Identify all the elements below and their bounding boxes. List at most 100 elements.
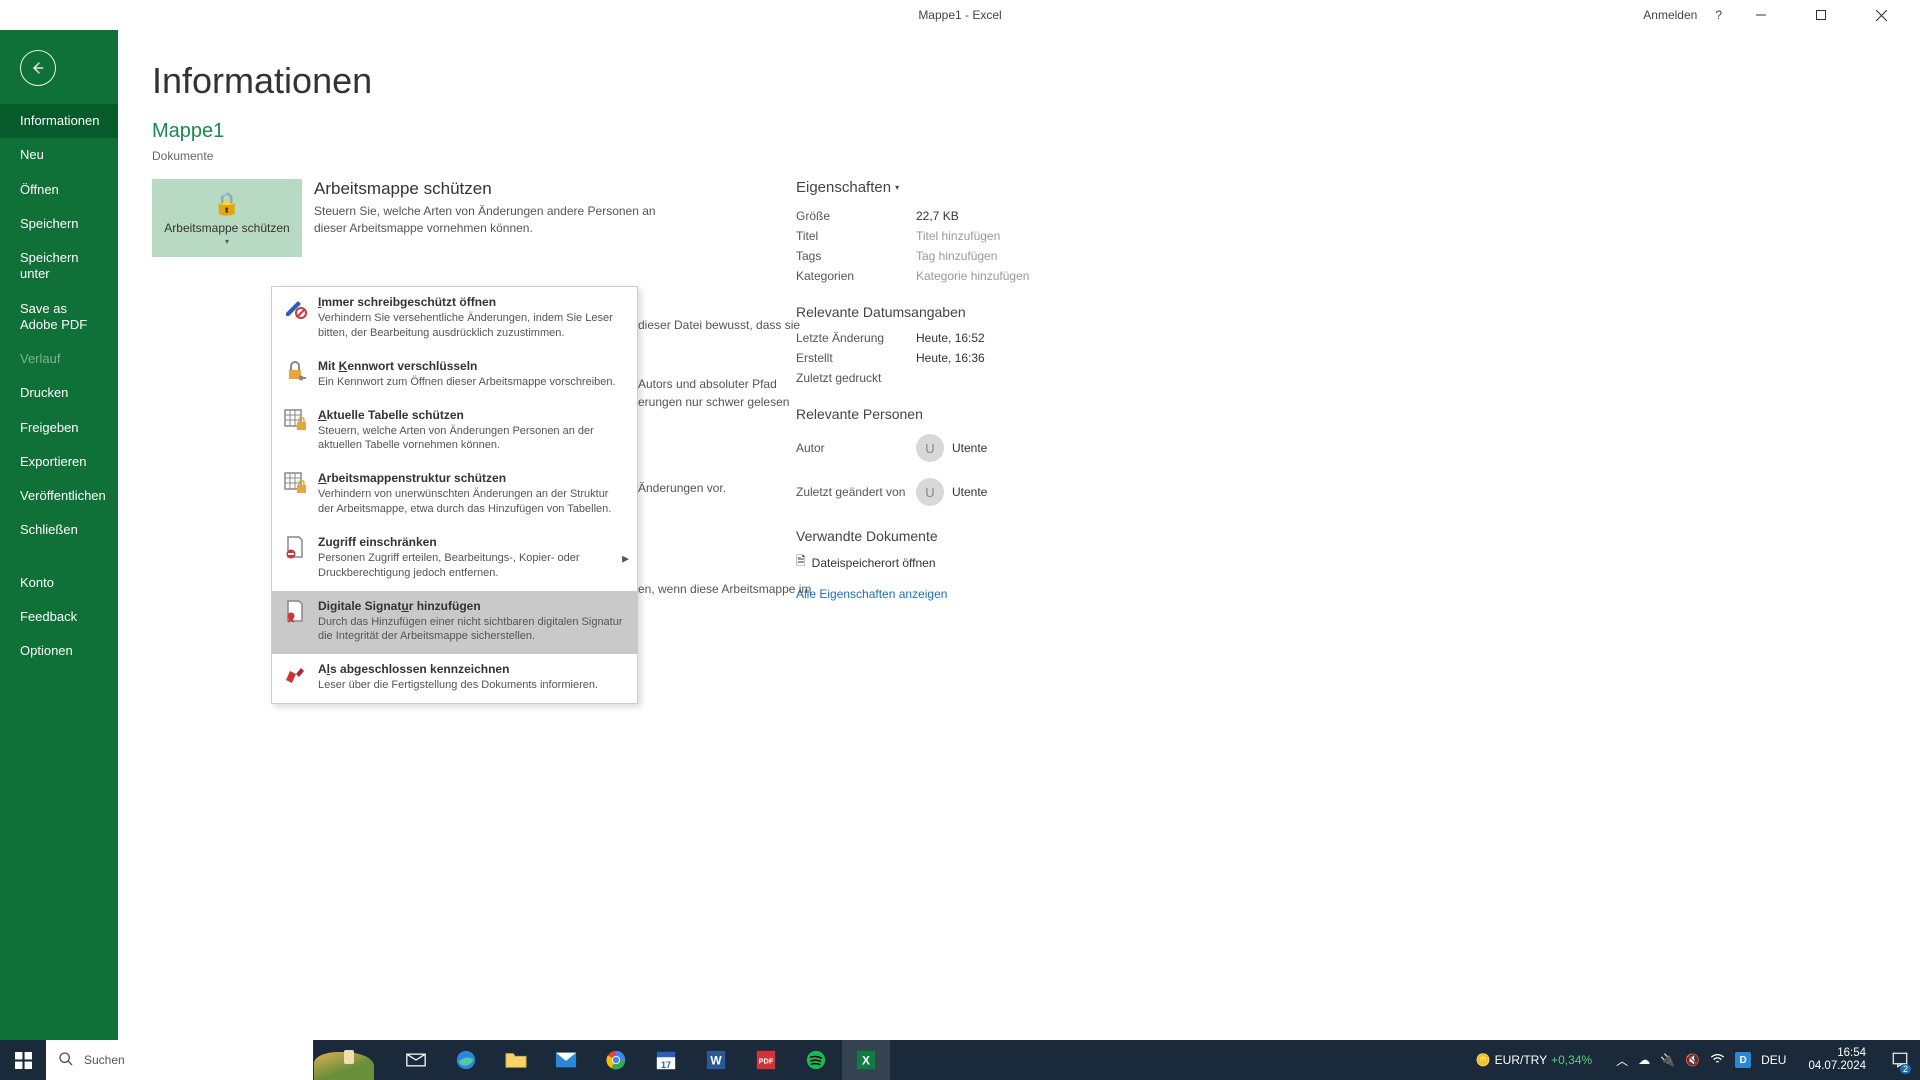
back-button[interactable]: [20, 50, 56, 86]
taskbar-scenic-icon[interactable]: [314, 1040, 392, 1080]
property-value[interactable]: Tag hinzufügen: [916, 249, 997, 263]
minimize-button[interactable]: [1740, 0, 1782, 30]
onedrive-icon[interactable]: ☁: [1638, 1053, 1650, 1067]
menu-item-sheet-lock[interactable]: Arbeitsmappenstruktur schützenVerhindern…: [272, 463, 637, 527]
menu-item-stamp[interactable]: Als abgeschlossen kennzeichnenLeser über…: [272, 654, 637, 703]
calendar-icon[interactable]: 17: [642, 1040, 690, 1080]
property-label: Letzte Änderung: [796, 331, 916, 345]
menu-item-doc-ribbon[interactable]: Digitale Signatur hinzufügenDurch das Hi…: [272, 591, 637, 655]
menu-item-doc-deny[interactable]: Zugriff einschränken Personen Zugriff ert…: [272, 527, 637, 591]
sign-in-button[interactable]: Anmelden: [1643, 8, 1697, 22]
power-icon[interactable]: 🔌: [1660, 1053, 1675, 1067]
sheet-lock-icon: [282, 471, 308, 497]
property-label: Titel: [796, 229, 916, 243]
properties-header[interactable]: Eigenschaften ▾: [796, 179, 1029, 196]
nav-item-informationen[interactable]: Informationen: [0, 104, 118, 138]
nav-item-freigeben[interactable]: Freigeben: [0, 411, 118, 445]
menu-item-title: Digitale Signatur hinzufügen: [318, 599, 627, 613]
action-center-button[interactable]: 2: [1886, 1040, 1914, 1080]
menu-item-desc: Steuern, welche Arten von Änderungen Per…: [318, 424, 627, 454]
nav-item-feedback[interactable]: Feedback: [0, 600, 118, 634]
show-all-properties-link[interactable]: Alle Eigenschaften anzeigen: [796, 587, 947, 601]
properties-pane: Eigenschaften ▾ Größe22,7 KBTitelTitel h…: [796, 179, 1029, 603]
nav-item-speichern-unter[interactable]: Speichern unter: [0, 241, 118, 292]
menu-item-pencil-block[interactable]: Immer schreibgeschützt öffnenVerhindern …: [272, 287, 637, 351]
chevron-up-icon[interactable]: ︿: [1616, 1052, 1628, 1069]
property-value[interactable]: Titel hinzufügen: [916, 229, 1000, 243]
nav-item-veröffentlichen[interactable]: Veröffentlichen: [0, 479, 118, 513]
chevron-down-icon: ▾: [225, 237, 229, 246]
backstage-sidebar: InformationenNeuÖffnenSpeichernSpeichern…: [0, 30, 118, 1040]
pdf-icon[interactable]: PDF: [742, 1040, 790, 1080]
menu-item-desc: Verhindern von unerwünschten Änderungen …: [318, 487, 627, 517]
nav-item-verlauf: Verlauf: [0, 342, 118, 376]
lock-icon: 🔒: [213, 191, 240, 217]
maximize-button[interactable]: [1800, 0, 1842, 30]
wifi-icon[interactable]: [1710, 1053, 1725, 1068]
taskbar: Suchen 17 W PDF X: [0, 1040, 1920, 1080]
property-value: Heute, 16:36: [916, 351, 985, 365]
protect-workbook-button[interactable]: 🔒 Arbeitsmappe schützen ▾: [152, 179, 302, 257]
doc-ribbon-icon: [282, 599, 308, 625]
property-label: Erstellt: [796, 351, 916, 365]
nav-item-exportieren[interactable]: Exportieren: [0, 445, 118, 479]
search-icon: [58, 1051, 74, 1070]
truncated-text: en, wenn diese Arbeitsmappe im: [638, 580, 811, 598]
clock[interactable]: 16:54 04.07.2024: [1808, 1047, 1866, 1073]
close-button[interactable]: [1860, 0, 1902, 30]
open-file-location[interactable]: 🗎 Dateispeicherort öffnen: [796, 552, 1029, 573]
nav-item-speichern[interactable]: Speichern: [0, 207, 118, 241]
excel-icon[interactable]: X: [842, 1040, 890, 1080]
truncated-text: dieser Datei bewusst, dass sie: [638, 316, 800, 334]
chevron-down-icon: ▾: [895, 183, 899, 192]
word-icon[interactable]: W: [692, 1040, 740, 1080]
nav-item-neu[interactable]: Neu: [0, 138, 118, 172]
nav-item-optionen[interactable]: Optionen: [0, 634, 118, 668]
menu-item-title: Aktuelle Tabelle schützen: [318, 408, 627, 422]
mail-icon[interactable]: [542, 1040, 590, 1080]
stamp-icon: [282, 662, 308, 688]
doc-deny-icon: [282, 535, 308, 561]
lock-key-icon: [282, 359, 308, 385]
start-button[interactable]: [0, 1040, 46, 1080]
document-name: Mappe1: [152, 120, 1886, 143]
file-explorer-icon[interactable]: [492, 1040, 540, 1080]
menu-item-title: Zugriff einschränken: [318, 535, 627, 549]
edge-icon[interactable]: [442, 1040, 490, 1080]
volume-muted-icon[interactable]: 🔇: [1685, 1053, 1700, 1067]
svg-text:PDF: PDF: [759, 1057, 774, 1066]
task-view-button[interactable]: [392, 1040, 440, 1080]
property-row: KategorienKategorie hinzufügen: [796, 266, 1029, 286]
nav-item-drucken[interactable]: Drucken: [0, 376, 118, 410]
author-name[interactable]: Utente: [952, 441, 987, 455]
modified-by-label: Zuletzt geändert von: [796, 485, 916, 499]
menu-item-desc: Leser über die Fertigstellung des Dokume…: [318, 678, 627, 693]
language-indicator[interactable]: DEU: [1761, 1053, 1786, 1067]
taskbar-search[interactable]: Suchen: [46, 1040, 314, 1080]
people-header: Relevante Personen: [796, 406, 1029, 422]
nav-item-öffnen[interactable]: Öffnen: [0, 173, 118, 207]
chrome-icon[interactable]: [592, 1040, 640, 1080]
date-row: Zuletzt gedruckt: [796, 368, 1029, 388]
document-path[interactable]: Dokumente: [152, 149, 1886, 163]
nav-item-save-as-adobe-pdf[interactable]: Save as Adobe PDF: [0, 292, 118, 343]
protect-workbook-label: Arbeitsmappe schützen: [164, 221, 289, 235]
spotify-icon[interactable]: [792, 1040, 840, 1080]
nav-item-schließen[interactable]: Schließen: [0, 513, 118, 547]
property-value[interactable]: Kategorie hinzufügen: [916, 269, 1029, 283]
help-button[interactable]: ?: [1715, 8, 1722, 22]
protect-workbook-menu: Immer schreibgeschützt öffnenVerhindern …: [271, 286, 638, 704]
truncated-text: Autors und absoluter Pfad: [638, 375, 777, 393]
protect-heading: Arbeitsmappe schützen: [314, 179, 674, 199]
menu-item-desc: Personen Zugriff erteilen, Bearbeitungs-…: [318, 551, 627, 581]
tray-app-icon[interactable]: D: [1735, 1052, 1751, 1068]
menu-item-desc: Verhindern Sie versehentliche Änderungen…: [318, 311, 627, 341]
currency-widget[interactable]: 🪙 EUR/TRY +0,34%: [1476, 1053, 1592, 1067]
modified-by-name: Utente: [952, 485, 987, 499]
menu-item-lock-key[interactable]: Mit Kennwort verschlüsselnEin Kennwort z…: [272, 351, 637, 400]
pencil-block-icon: [282, 295, 308, 321]
menu-item-sheet-lock[interactable]: Aktuelle Tabelle schützen Steuern, welche…: [272, 400, 637, 464]
svg-text:W: W: [710, 1054, 722, 1068]
date-row: Letzte ÄnderungHeute, 16:52: [796, 328, 1029, 348]
nav-item-konto[interactable]: Konto: [0, 566, 118, 600]
